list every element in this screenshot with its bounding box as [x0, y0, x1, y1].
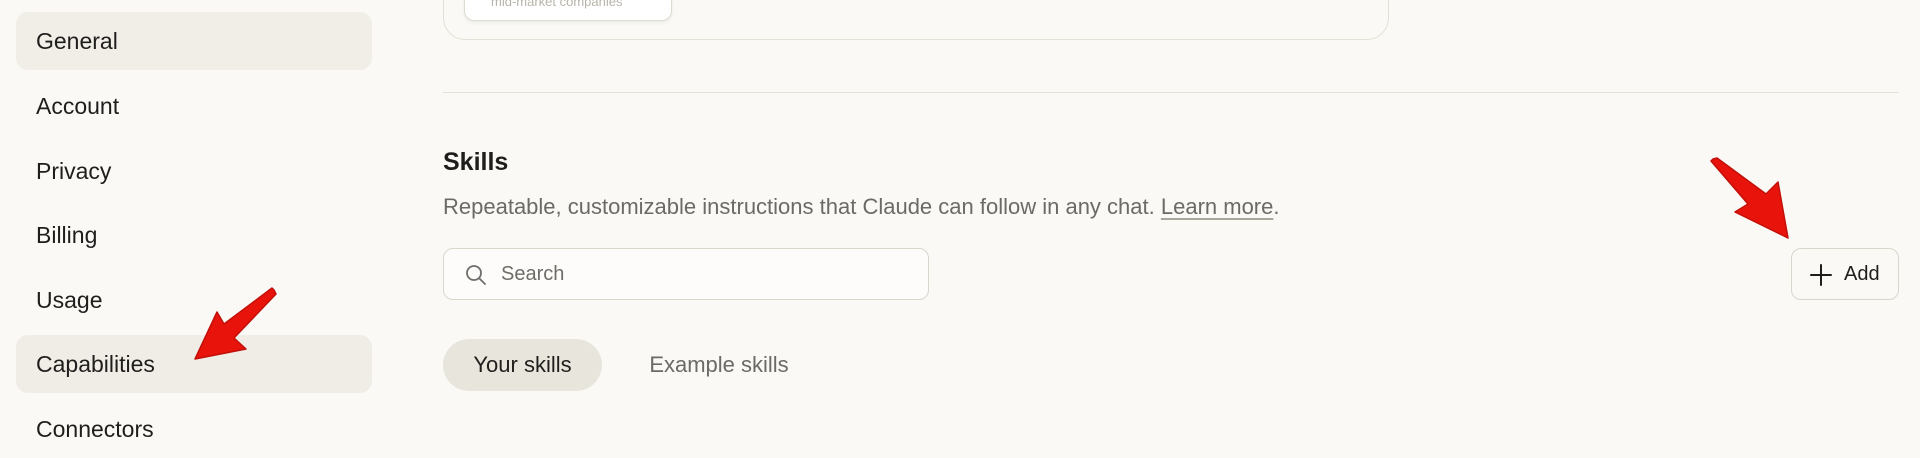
skills-description-text: Repeatable, customizable instructions th… [443, 194, 1155, 219]
tab-your-skills[interactable]: Your skills [443, 339, 602, 391]
previous-section-card: mid-market companies [443, 0, 1389, 40]
search-input[interactable] [499, 249, 919, 299]
skills-title: Skills [443, 148, 509, 176]
search-icon [466, 265, 486, 285]
sidebar-item-label: Account [36, 92, 120, 119]
sidebar-item-label: Capabilities [36, 350, 155, 377]
sidebar-item-label: Usage [36, 286, 103, 313]
sidebar-item-label: Billing [36, 221, 98, 248]
chip-text: mid-market companies [491, 0, 623, 9]
tab-example-skills[interactable]: Example skills [623, 339, 815, 391]
sidebar-item-label: General [36, 27, 118, 54]
skills-search-box[interactable] [443, 248, 929, 300]
plus-icon [1810, 264, 1832, 286]
add-button-label: Add [1844, 263, 1880, 285]
main-content: mid-market companies Skills Repeatable, … [443, 0, 1900, 427]
prompt-suggestion-chip[interactable]: mid-market companies [464, 0, 672, 21]
sidebar-item-privacy[interactable]: Privacy [16, 142, 372, 200]
sidebar-item-label: Connectors [36, 415, 154, 442]
description-period: . [1273, 194, 1280, 219]
learn-more-link[interactable]: Learn more [1161, 194, 1274, 219]
settings-sidebar: General Account Privacy Billing Usage Ca… [0, 0, 380, 442]
section-divider [443, 92, 1899, 93]
skills-description: Repeatable, customizable instructions th… [443, 194, 1280, 220]
sidebar-item-capabilities[interactable]: Capabilities [16, 335, 372, 393]
add-skill-button[interactable]: Add [1791, 248, 1899, 300]
sidebar-item-billing[interactable]: Billing [16, 206, 372, 264]
sidebar-item-connectors[interactable]: Connectors [16, 400, 372, 458]
sidebar-item-usage[interactable]: Usage [16, 271, 372, 329]
sidebar-item-label: Privacy [36, 157, 112, 184]
sidebar-item-account[interactable]: Account [16, 77, 372, 135]
sidebar-item-general[interactable]: General [16, 12, 372, 70]
